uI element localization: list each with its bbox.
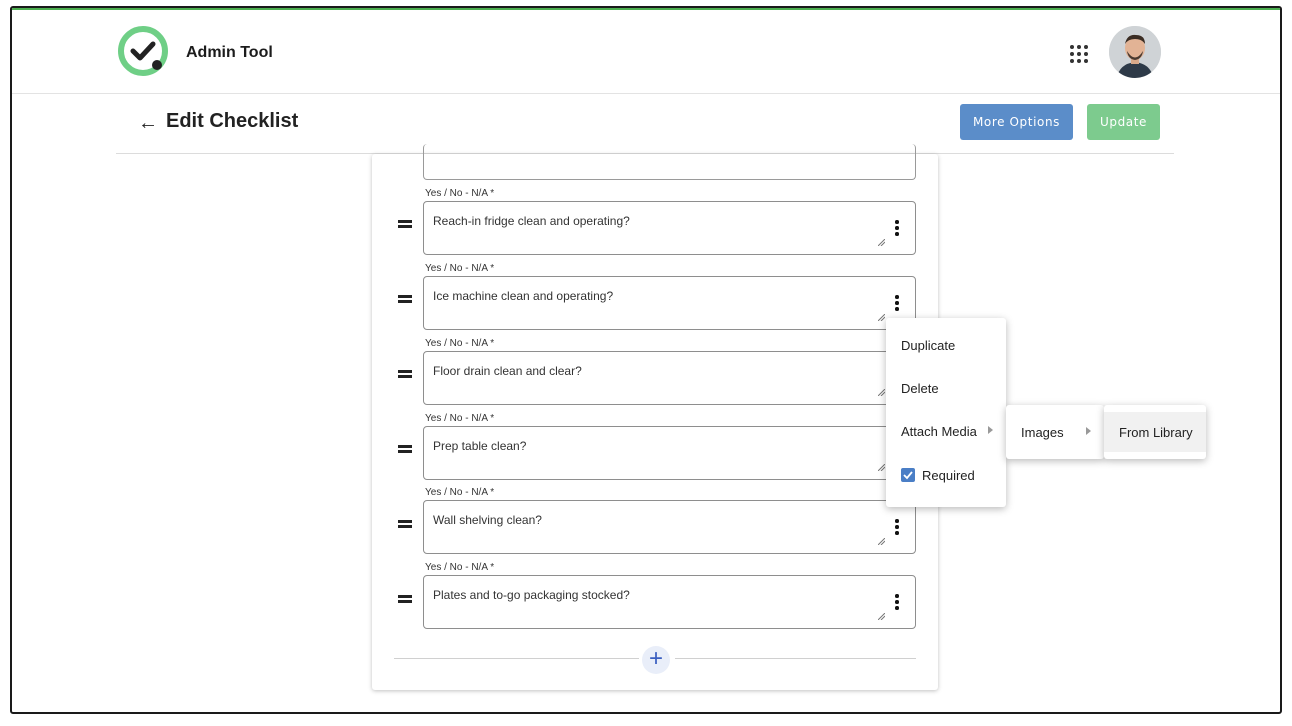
checklist-item-field[interactable]: Ice machine clean and operating? (423, 276, 916, 330)
app-logo-icon (118, 26, 168, 76)
drag-handle-icon[interactable] (398, 295, 412, 304)
drag-handle-icon[interactable] (398, 445, 412, 454)
menu-item-images[interactable]: Images (1006, 412, 1104, 452)
submenu-arrow-icon (1086, 427, 1091, 435)
item-type-label: Yes / No - N/A * (425, 338, 495, 349)
divider-line (394, 658, 639, 659)
user-avatar[interactable] (1109, 26, 1161, 78)
checklist-card: Yes / No - N/A * Reach-in fridge clean a… (372, 144, 938, 690)
menu-item-required[interactable]: Required (886, 455, 1006, 495)
resize-grip-icon[interactable] (878, 314, 885, 321)
item-text[interactable]: Wall shelving clean? (433, 513, 542, 527)
drag-handle-icon[interactable] (398, 370, 412, 379)
app-window: Admin Tool ← Edit Checklist More Options… (10, 6, 1282, 714)
menu-item-label: Attach Media (901, 424, 977, 439)
menu-item-label: Images (1021, 425, 1064, 440)
submenu-arrow-icon (988, 426, 993, 434)
item-text[interactable]: Reach-in fridge clean and operating? (433, 214, 630, 228)
drag-handle-icon[interactable] (398, 220, 412, 229)
menu-item-delete[interactable]: Delete (886, 368, 1006, 408)
item-text[interactable]: Prep table clean? (433, 439, 526, 453)
add-item-row: + (394, 646, 916, 674)
menu-item-label: Duplicate (901, 338, 956, 353)
resize-grip-icon[interactable] (878, 389, 885, 396)
item-type-label: Yes / No - N/A * (425, 188, 495, 199)
page-title: Edit Checklist (166, 110, 299, 132)
images-submenu: From Library (1104, 405, 1206, 459)
kebab-menu-icon[interactable] (894, 220, 900, 236)
item-text[interactable]: Floor drain clean and clear? (433, 364, 582, 378)
more-options-button[interactable]: More Options (960, 104, 1073, 140)
drag-handle-icon[interactable] (398, 595, 412, 604)
menu-item-label: Required (922, 468, 975, 483)
resize-grip-icon[interactable] (878, 464, 885, 471)
item-type-label: Yes / No - N/A * (425, 413, 495, 424)
kebab-menu-icon[interactable] (894, 519, 900, 535)
menu-item-attach-media[interactable]: Attach Media (886, 411, 1006, 451)
checklist-item-field[interactable]: Reach-in fridge clean and operating? (423, 201, 916, 255)
kebab-menu-icon[interactable] (894, 295, 900, 311)
checklist-item-field[interactable]: Wall shelving clean? (423, 500, 916, 554)
app-header: Admin Tool (12, 10, 1280, 94)
menu-item-label: From Library (1119, 425, 1193, 440)
item-type-label: Yes / No - N/A * (425, 487, 495, 498)
item-text[interactable]: Plates and to-go packaging stocked? (433, 588, 630, 602)
menu-item-label: Delete (901, 381, 939, 396)
avatar-image (1109, 26, 1161, 78)
add-item-plus-icon[interactable]: + (642, 646, 670, 674)
apps-grid-icon[interactable] (1068, 43, 1090, 65)
item-type-label: Yes / No - N/A * (425, 562, 495, 573)
checklist-item-field[interactable]: Prep table clean? (423, 426, 916, 480)
required-checkbox[interactable] (901, 468, 915, 482)
drag-handle-icon[interactable] (398, 520, 412, 529)
item-context-menu: Duplicate Delete Attach Media Required (886, 318, 1006, 507)
partial-item-field[interactable] (423, 144, 916, 180)
update-button[interactable]: Update (1087, 104, 1160, 140)
item-text[interactable]: Ice machine clean and operating? (433, 289, 613, 303)
app-title: Admin Tool (186, 44, 273, 61)
checklist-item-field[interactable]: Plates and to-go packaging stocked? (423, 575, 916, 629)
divider-line (675, 658, 916, 659)
resize-grip-icon[interactable] (878, 613, 885, 620)
resize-grip-icon[interactable] (878, 538, 885, 545)
resize-grip-icon[interactable] (878, 239, 885, 246)
menu-item-from-library[interactable]: From Library (1104, 412, 1206, 452)
checklist-item-field[interactable]: Floor drain clean and clear? (423, 351, 916, 405)
back-arrow-icon[interactable]: ← (138, 113, 158, 133)
kebab-menu-icon[interactable] (894, 594, 900, 610)
attach-media-submenu: Images (1006, 405, 1104, 459)
item-type-label: Yes / No - N/A * (425, 263, 495, 274)
menu-item-duplicate[interactable]: Duplicate (886, 325, 1006, 365)
checkmark-icon (903, 471, 913, 480)
